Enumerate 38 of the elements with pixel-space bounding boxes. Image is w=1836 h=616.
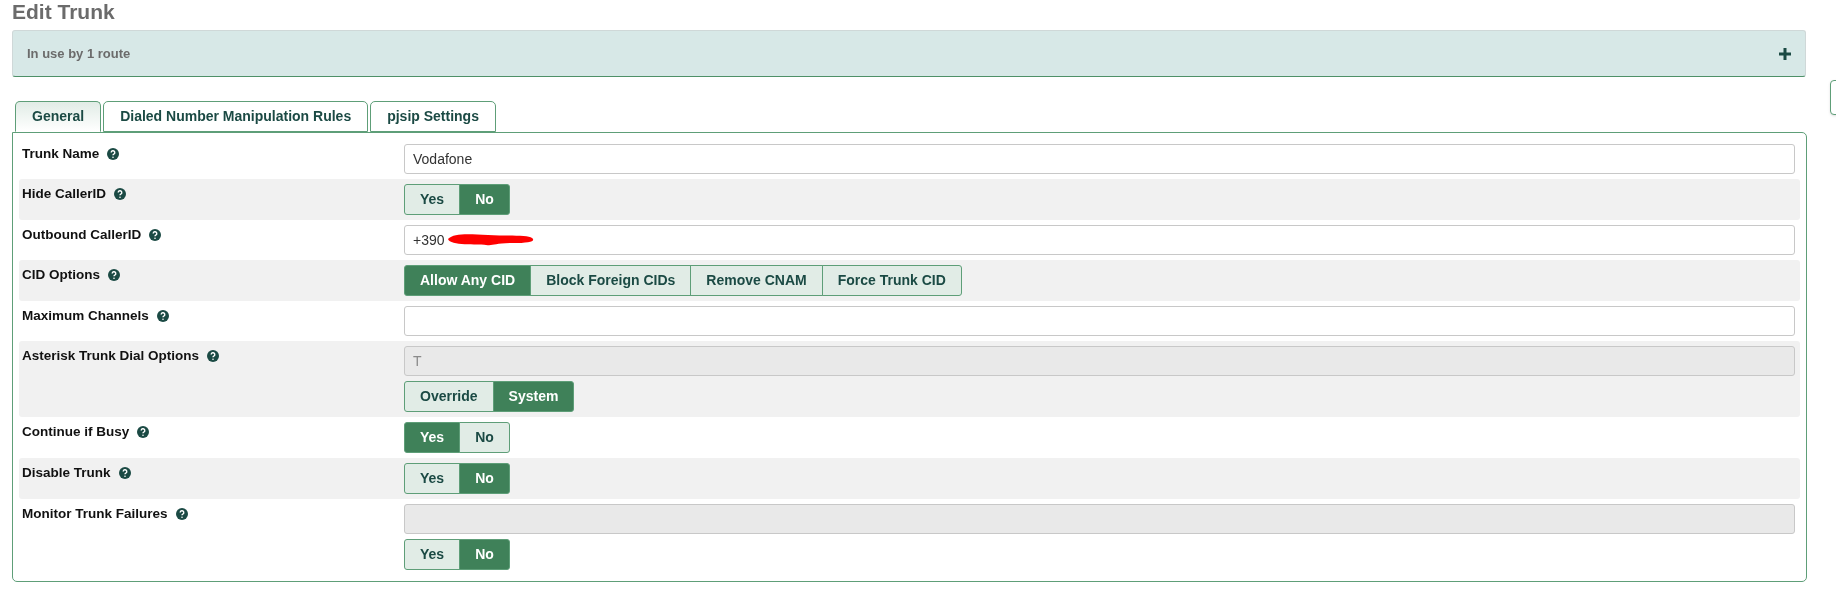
help-icon[interactable] <box>108 269 120 281</box>
toggle-option[interactable]: Allow Any CID <box>404 265 532 296</box>
help-icon[interactable] <box>175 508 188 520</box>
tab[interactable]: General <box>15 101 102 132</box>
help-icon[interactable] <box>107 148 120 160</box>
usage-panel[interactable]: In use by 1 route <box>12 30 1806 77</box>
field-label: Disable Trunk <box>22 463 111 482</box>
field-label: Outbound CallerID <box>22 225 142 244</box>
toggle-option[interactable]: Yes <box>404 422 461 453</box>
text-field[interactable]: +390 <box>404 225 1795 255</box>
field-label: Hide CallerID <box>22 184 107 203</box>
field-label: Maximum Channels <box>22 306 149 325</box>
toggle-option[interactable]: Block Foreign CIDs <box>530 265 692 296</box>
usage-text: In use by 1 route <box>27 44 131 63</box>
field-label: Trunk Name <box>22 144 100 163</box>
field-label: CID Options <box>22 265 100 284</box>
help-icon[interactable] <box>207 350 220 362</box>
toggle-option[interactable]: Remove CNAM <box>690 265 823 296</box>
tab[interactable]: pjsip Settings <box>370 101 496 132</box>
help-icon[interactable] <box>149 229 162 241</box>
toggle-option[interactable]: Yes <box>404 463 461 494</box>
help-icon[interactable] <box>118 467 131 479</box>
field-label: Monitor Trunk Failures <box>22 504 168 523</box>
tab[interactable]: Dialed Number Manipulation Rules <box>103 101 369 132</box>
plus-icon[interactable] <box>1779 47 1791 60</box>
text-field[interactable]: Vodafone <box>404 144 1795 174</box>
help-icon[interactable] <box>156 310 169 322</box>
toggle-option[interactable]: No <box>459 184 510 215</box>
page-title: Edit Trunk <box>12 0 115 24</box>
toggle-option[interactable]: Yes <box>404 184 461 215</box>
field-label: Asterisk Trunk Dial Options <box>22 346 200 365</box>
help-icon[interactable] <box>114 188 127 200</box>
help-icon[interactable] <box>137 426 150 438</box>
toggle-option[interactable]: No <box>459 463 510 494</box>
text-field[interactable] <box>404 306 1795 336</box>
toggle-option[interactable]: No <box>459 422 510 453</box>
toggle-option[interactable]: Force Trunk CID <box>821 265 962 296</box>
field-label: Continue if Busy <box>22 422 130 441</box>
